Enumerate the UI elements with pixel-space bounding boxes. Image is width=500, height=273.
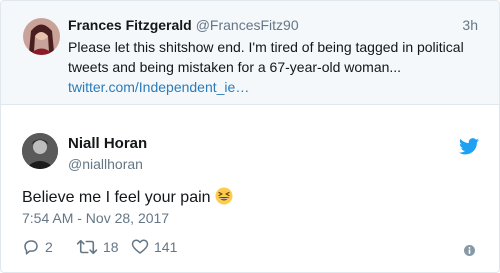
retweet-button[interactable]: 18 bbox=[76, 237, 119, 257]
grinning-squinting-face-icon bbox=[215, 187, 233, 205]
author-handle[interactable]: @niallhoran bbox=[68, 154, 143, 174]
parent-tweet[interactable]: Frances Fitzgerald @FrancesFitz90 3h Plea… bbox=[1, 1, 499, 105]
parent-author-name[interactable]: Frances Fitzgerald bbox=[68, 17, 192, 33]
tweet-card: Frances Fitzgerald @FrancesFitz90 3h Plea… bbox=[0, 0, 500, 273]
parent-tweet-body: Please let this shitshow end. I'm tired … bbox=[68, 39, 464, 75]
parent-tweet-text: Please let this shitshow end. I'm tired … bbox=[68, 37, 483, 97]
retweet-icon bbox=[76, 239, 98, 255]
avatar[interactable] bbox=[22, 133, 58, 169]
reply-button[interactable]: 2 bbox=[22, 237, 53, 257]
info-icon[interactable] bbox=[464, 245, 475, 256]
tweet-timestamp[interactable]: 7:54 AM - Nov 28, 2017 bbox=[22, 209, 169, 227]
heart-icon bbox=[131, 239, 149, 254]
tweet-body: Believe me I feel your pain bbox=[22, 189, 211, 206]
parent-timestamp[interactable]: 3h bbox=[462, 15, 478, 35]
like-button[interactable]: 141 bbox=[131, 237, 177, 257]
retweet-count: 18 bbox=[103, 239, 119, 255]
tweet-text: Believe me I feel your pain bbox=[22, 187, 233, 209]
parent-author-handle[interactable]: @FrancesFitz90 bbox=[196, 17, 299, 33]
author-name[interactable]: Niall Horan bbox=[68, 134, 147, 154]
like-count: 141 bbox=[154, 239, 178, 255]
avatar[interactable] bbox=[23, 18, 60, 55]
reply-icon bbox=[24, 240, 38, 255]
reply-count: 2 bbox=[45, 239, 53, 255]
twitter-bird-icon[interactable] bbox=[459, 138, 479, 155]
parent-tweet-link[interactable]: twitter.com/Independent_ie… bbox=[68, 79, 249, 95]
